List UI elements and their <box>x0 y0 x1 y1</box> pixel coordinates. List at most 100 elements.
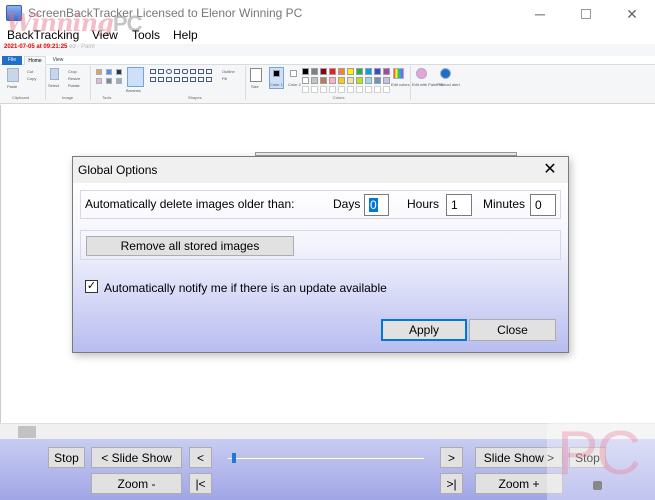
color-swatch <box>347 77 354 84</box>
brushes-icon <box>127 67 144 87</box>
paint-group-colors: Colors <box>333 95 345 100</box>
timeline-slider[interactable] <box>228 453 424 463</box>
paint-color2-label: Color 2 <box>288 82 301 87</box>
close-dialog-button[interactable]: Close <box>469 319 556 341</box>
color-swatch <box>302 68 309 75</box>
shape-star-icon <box>198 77 204 82</box>
shape-rounded-rect-icon <box>182 69 188 74</box>
apply-button[interactable]: Apply <box>381 319 467 341</box>
empty-swatch <box>338 86 345 93</box>
paint-group-shapes: Shapes <box>188 95 202 100</box>
shape-rectangle-icon <box>174 69 180 74</box>
size-icon <box>250 68 262 82</box>
color-swatch <box>347 68 354 75</box>
slider-thumb[interactable] <box>232 453 236 463</box>
paint-product-alert-label: Product alert <box>437 82 460 87</box>
close-icon: ✕ <box>543 161 557 178</box>
edit-colors-icon <box>393 68 404 79</box>
paste-icon <box>7 68 19 82</box>
select-icon <box>50 68 59 80</box>
paint-resize-label: Resize <box>68 76 81 81</box>
product-alert-icon <box>440 68 451 79</box>
shape-triangle-icon <box>198 69 204 74</box>
minimize-button[interactable]: ─ <box>517 0 563 28</box>
days-value: 0 <box>369 198 378 212</box>
days-input[interactable]: 0 <box>364 194 389 216</box>
last-button[interactable]: >| <box>440 473 463 494</box>
paint-crop-label: Crop <box>68 69 77 74</box>
minimize-icon: ─ <box>535 6 545 22</box>
empty-swatch <box>320 86 327 93</box>
color-swatch <box>374 68 381 75</box>
auto-delete-label: Automatically delete images older than: <box>85 197 295 211</box>
close-window-button[interactable]: ✕ <box>609 0 655 28</box>
zoom-out-button[interactable]: Zoom - <box>91 473 182 494</box>
menu-view[interactable]: View <box>92 28 118 42</box>
menu-help[interactable]: Help <box>173 28 198 42</box>
pencil-icon <box>96 69 102 75</box>
scrollbar-thumb[interactable] <box>18 426 36 438</box>
divider <box>410 66 411 100</box>
paint-copy-label: Copy <box>27 76 37 81</box>
color-swatch <box>311 68 318 75</box>
text-icon <box>116 69 122 75</box>
color-swatch <box>365 77 372 84</box>
paint3d-icon <box>416 68 427 79</box>
shape-curve-icon <box>158 69 164 74</box>
paint-tab-view: View <box>52 57 64 63</box>
pc-watermark-badge: PC <box>547 418 655 500</box>
empty-swatch <box>329 86 336 93</box>
pc-badge-text: PC <box>557 419 641 488</box>
stop-left-button[interactable]: Stop <box>48 447 85 468</box>
color-swatch <box>329 68 336 75</box>
menu-tools[interactable]: Tools <box>132 28 160 42</box>
color-swatch <box>338 68 345 75</box>
paint-group-clipboard: Clipboard <box>12 95 30 100</box>
minutes-input[interactable]: 0 <box>530 194 556 216</box>
color-picker-icon <box>106 78 112 84</box>
maximize-button[interactable] <box>563 0 609 28</box>
divider <box>90 66 91 100</box>
minutes-label: Minutes <box>483 197 526 211</box>
dialog-title: Global Options <box>78 163 158 177</box>
shape-diamond-icon <box>150 77 156 82</box>
shape-arrow-right-icon <box>174 77 180 82</box>
menu-bar: BackTracking View Tools Help <box>0 28 655 44</box>
paint-rotate-label: Rotate <box>68 83 80 88</box>
divider <box>245 66 246 100</box>
paint-fill-label: Fill <box>222 76 228 81</box>
paint-outline-label: Outline <box>222 69 235 74</box>
notify-checkbox[interactable]: ✓ <box>85 280 98 293</box>
paint-group-image: Image <box>62 95 74 100</box>
hours-input[interactable]: 1 <box>446 194 472 216</box>
shape-arrow-up-icon <box>190 77 196 82</box>
paint-group-tools: Tools <box>102 95 112 100</box>
eraser-icon <box>96 78 102 84</box>
previous-button[interactable]: < <box>189 447 212 468</box>
next-button[interactable]: > <box>440 447 463 468</box>
shape-pentagon-icon <box>158 77 164 82</box>
color-swatch <box>338 77 345 84</box>
menu-backtracking[interactable]: BackTracking <box>7 28 79 42</box>
days-label: Days <box>333 197 361 211</box>
dialog-close-button[interactable]: ✕ <box>538 160 562 180</box>
shape-callout-icon <box>206 77 212 82</box>
close-icon: ✕ <box>626 5 638 22</box>
first-button[interactable]: |< <box>189 473 212 494</box>
color-swatch <box>329 77 336 84</box>
maximize-icon <box>581 9 591 19</box>
empty-swatch <box>311 86 318 93</box>
divider <box>45 66 46 100</box>
capture-timestamp: 2021-07-05 at 09:21:25 ed - Paint <box>4 44 95 50</box>
paint-tab-home: Home <box>24 56 46 65</box>
captured-screenshot-ribbon: 2021-07-05 at 09:21:25 ed - Paint File H… <box>0 44 655 104</box>
empty-swatch <box>347 86 354 93</box>
fill-bucket-icon <box>106 69 112 75</box>
dialog-body: Automatically delete images older than: … <box>73 183 568 352</box>
shape-arrow-left-icon <box>182 77 188 82</box>
remove-all-images-button[interactable]: Remove all stored images <box>86 236 294 256</box>
paint-size-label: Size <box>251 84 259 89</box>
slideshow-back-button[interactable]: < Slide Show <box>91 447 182 468</box>
empty-swatch <box>356 86 363 93</box>
paint-cut-label: Cut <box>27 69 34 74</box>
